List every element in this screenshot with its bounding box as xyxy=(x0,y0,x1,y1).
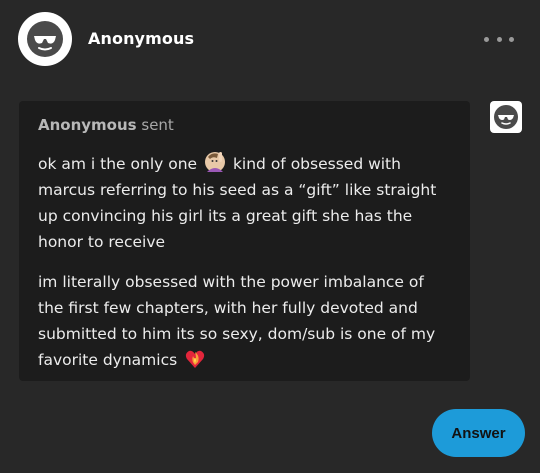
person-raising-hand-emoji xyxy=(204,151,226,173)
sender-name: Anonymous xyxy=(38,116,137,134)
heart-on-fire-emoji xyxy=(184,347,206,369)
ask-paragraph-2: im literally obsessed with the power imb… xyxy=(38,273,436,369)
sunglasses-face-icon xyxy=(27,21,63,57)
ask-paragraph-1: ok am i the only one kind of obsessed wi… xyxy=(38,151,448,255)
author-avatar[interactable] xyxy=(18,12,72,66)
answer-button[interactable]: Answer xyxy=(432,409,525,457)
sender-suffix: sent xyxy=(141,116,174,134)
author-name[interactable]: Anonymous xyxy=(88,29,194,48)
ask-sender: Anonymous sent xyxy=(38,116,174,134)
post-header: Anonymous xyxy=(0,0,540,80)
sender-avatar[interactable] xyxy=(490,101,522,133)
sunglasses-face-icon xyxy=(494,105,518,129)
more-options-icon[interactable] xyxy=(484,29,514,49)
ask-bubble: Anonymous sent ok am i the only one kind… xyxy=(19,101,470,381)
